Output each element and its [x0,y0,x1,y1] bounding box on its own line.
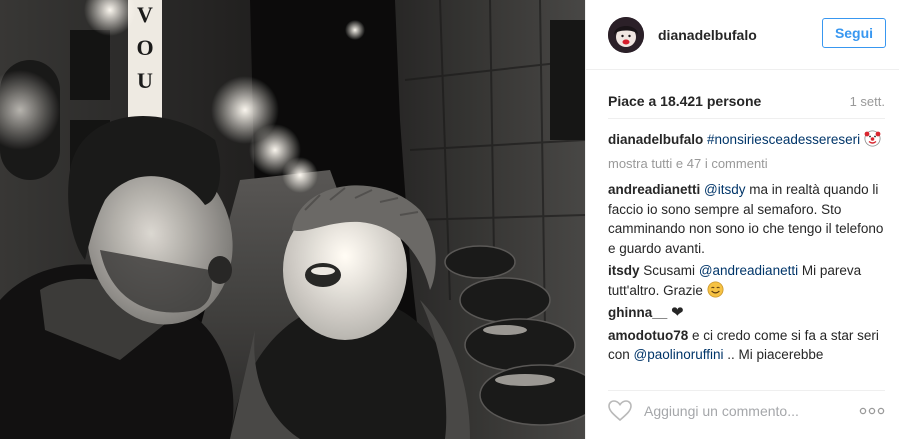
likes-count[interactable]: Piace a 18.421 persone [608,93,761,109]
comment-username[interactable]: ghinna__ [608,305,667,320]
heart-icon: ❤ [671,304,684,321]
show-all-comments-link[interactable]: mostra tutti e 47 i commenti [608,154,888,174]
more-dots-icon[interactable] [859,401,885,421]
follow-button[interactable]: Segui [822,18,886,48]
clown-emoji-icon [864,130,881,147]
caption-hashtag[interactable]: #nonsiriesceadessereseri [707,132,860,147]
comment-text: .. Mi piacerebbe [723,347,824,362]
post-sidebar: diana​delbufalo Segui Piace a 18.421 per… [585,0,899,439]
post-photo[interactable]: V O U [0,0,585,439]
comment-mention[interactable]: @itsdy [704,182,745,197]
comment-item: itsdy Scusami @andreadianetti Mi pareva … [608,261,888,300]
svg-text:O: O [136,35,153,60]
add-comment-input[interactable]: Aggiungi un commento... [644,403,859,419]
caption-username[interactable]: dianadelbufalo [608,132,703,147]
post-footer: Aggiungi un commento... [608,390,885,430]
instagram-post: V O U [0,0,899,439]
owner-username[interactable]: diana​delbufalo [658,27,757,43]
smile-emoji-icon [707,281,724,298]
comment-text: Scusami [643,263,699,278]
comment-item: amodotuo78 e ci credo come si fa a star … [608,326,888,365]
post-header: diana​delbufalo Segui [586,0,899,70]
divider [608,118,885,119]
caption: dianadelbufalo #nonsiriesceadessereseri [608,130,888,150]
comment-mention[interactable]: @andreadianetti [699,263,798,278]
comments-list[interactable]: dianadelbufalo #nonsiriesceadessereseri … [608,130,888,377]
svg-text:U: U [137,68,153,93]
comment-mention[interactable]: @paolinoruffini [634,347,724,362]
comment-username[interactable]: amodotuo78 [608,328,688,343]
svg-text:V: V [137,2,153,27]
comment-username[interactable]: andreadianetti [608,182,700,197]
comments-fade [608,367,888,377]
comment-item: ghinna__ ❤ [608,303,888,323]
avatar-image [608,16,644,53]
comment-username[interactable]: itsdy [608,263,640,278]
post-meta: Piace a 18.421 persone 1 sett. [608,92,885,110]
comment-item: andreadianetti @itsdy ma in realtà quand… [608,180,888,258]
photo-scene: V O U [0,0,585,439]
heart-outline-icon[interactable] [608,400,632,422]
owner-avatar[interactable] [608,16,644,53]
post-age[interactable]: 1 sett. [850,94,885,109]
